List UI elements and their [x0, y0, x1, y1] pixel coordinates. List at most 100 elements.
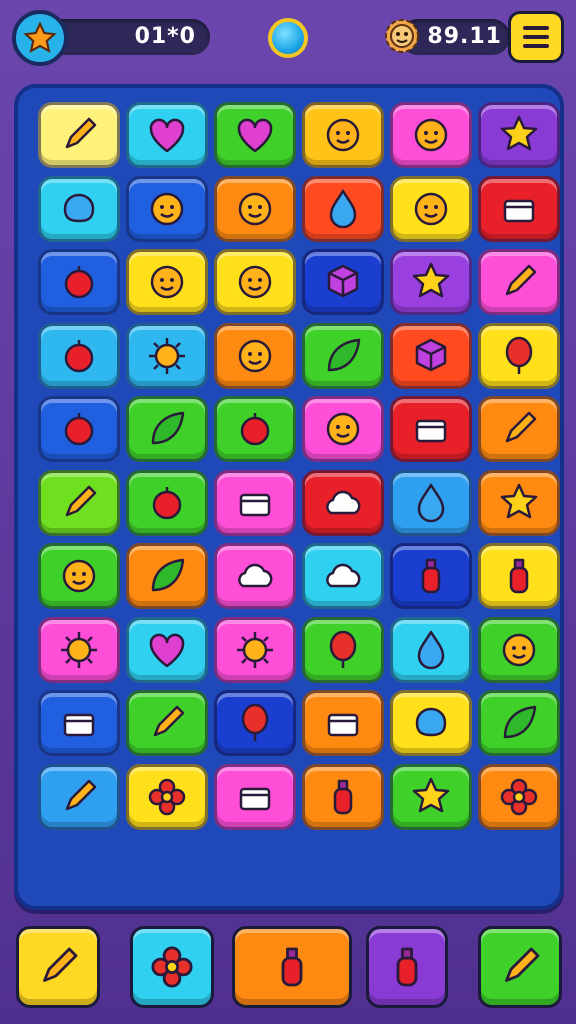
hamburger-menu-icon[interactable]	[508, 11, 564, 63]
board-tile[interactable]	[302, 396, 384, 462]
board-tile[interactable]	[478, 690, 560, 756]
board-tile[interactable]	[302, 690, 384, 756]
bottle-icon	[509, 558, 529, 594]
board-tile[interactable]	[302, 175, 384, 242]
board-tile[interactable]	[214, 690, 296, 756]
keyhole-icon	[396, 947, 418, 987]
board-tile[interactable]	[214, 616, 296, 683]
board-tile[interactable]	[478, 543, 560, 609]
board-tile[interactable]	[302, 102, 384, 168]
face-icon	[150, 265, 184, 299]
board-tile[interactable]	[126, 469, 208, 536]
drop-icon	[417, 630, 445, 669]
figure-icon	[238, 192, 272, 225]
board-tile[interactable]	[478, 102, 560, 168]
robot-icon	[239, 493, 271, 516]
sun-icon	[61, 631, 97, 668]
heart-battery-icon	[237, 118, 273, 153]
board-tile[interactable]	[38, 543, 120, 609]
board-tile[interactable]	[478, 249, 560, 315]
board-tile[interactable]	[214, 396, 296, 462]
board-tile[interactable]	[126, 249, 208, 315]
flag-icon	[151, 411, 185, 445]
candy-icon	[64, 413, 94, 446]
board-tile[interactable]	[126, 322, 208, 389]
board-tile[interactable]	[390, 543, 472, 609]
board-tile[interactable]	[38, 175, 120, 242]
gear-icon[interactable]	[380, 14, 424, 58]
cloud-icon	[326, 563, 361, 588]
score-text: 01*0	[134, 24, 196, 49]
board-tile[interactable]	[302, 469, 384, 536]
balloon-icon	[505, 336, 533, 374]
heart-icon	[149, 633, 185, 667]
coins-text: 89.11	[427, 24, 502, 49]
bread-icon	[239, 787, 271, 810]
board-tile[interactable]	[302, 322, 384, 389]
board-tile[interactable]	[302, 763, 384, 830]
board-tile[interactable]	[126, 396, 208, 462]
board-tile[interactable]	[214, 102, 296, 168]
flower-icon	[148, 778, 186, 815]
board-tile[interactable]	[390, 396, 472, 462]
board-tile[interactable]	[126, 175, 208, 242]
board-tile[interactable]	[390, 469, 472, 536]
fish-icon	[414, 192, 448, 225]
board-tile[interactable]	[478, 322, 560, 389]
board-tile[interactable]	[390, 763, 472, 830]
board-tile[interactable]	[38, 763, 120, 830]
star-icon	[412, 262, 450, 298]
leaf-icon	[151, 558, 185, 592]
house-icon	[415, 338, 447, 371]
board-tile[interactable]	[214, 175, 296, 242]
board-tile[interactable]	[214, 249, 296, 315]
board-tile[interactable]	[126, 763, 208, 830]
board-tile[interactable]	[38, 396, 120, 462]
briefcase-icon	[327, 713, 359, 737]
board-tile[interactable]	[38, 249, 120, 315]
board-tile[interactable]	[214, 763, 296, 830]
drop-icon	[329, 189, 357, 228]
board-tile[interactable]	[478, 396, 560, 462]
board-tile[interactable]	[214, 543, 296, 609]
board-tile[interactable]	[126, 102, 208, 168]
board-tile[interactable]	[390, 616, 472, 683]
orb-icon[interactable]	[268, 18, 308, 58]
top-hud: 01*0 89.11	[0, 0, 576, 80]
lantern-icon	[333, 779, 353, 814]
board-tile[interactable]	[126, 616, 208, 683]
board-tile[interactable]	[38, 322, 120, 389]
toast-icon	[503, 199, 535, 222]
board-tile[interactable]	[38, 102, 120, 168]
board-tile[interactable]	[38, 690, 120, 756]
board-tile[interactable]	[302, 249, 384, 315]
toolbar-button-keyhole[interactable]	[366, 926, 448, 1008]
board-tile[interactable]	[214, 469, 296, 536]
board-tile[interactable]	[302, 616, 384, 683]
board-tile[interactable]	[390, 690, 472, 756]
ruler-icon	[65, 485, 97, 516]
board-tile[interactable]	[390, 102, 472, 168]
board-tile[interactable]	[302, 543, 384, 609]
bag-icon	[421, 558, 441, 594]
board-tile[interactable]	[478, 175, 560, 242]
board-tile[interactable]	[126, 543, 208, 609]
toolbar-button-crayon[interactable]	[16, 926, 100, 1008]
board-tile[interactable]	[390, 249, 472, 315]
toolbar-button-bottle[interactable]	[232, 926, 352, 1008]
board-tile[interactable]	[478, 469, 560, 536]
board-tile[interactable]	[478, 616, 560, 683]
board-tile[interactable]	[390, 322, 472, 389]
board-tile[interactable]	[38, 469, 120, 536]
board-tile[interactable]	[214, 322, 296, 389]
board-tile[interactable]	[126, 690, 208, 756]
board-tile[interactable]	[390, 175, 472, 242]
hot-air-balloon-icon	[241, 703, 269, 741]
toolbar-button-flower[interactable]	[130, 926, 214, 1008]
egg-icon	[240, 413, 270, 446]
cupcake-icon	[414, 118, 448, 152]
star-icon[interactable]	[12, 10, 68, 66]
board-tile[interactable]	[478, 763, 560, 830]
board-tile[interactable]	[38, 616, 120, 683]
toolbar-button-magic-wand[interactable]	[478, 926, 562, 1008]
